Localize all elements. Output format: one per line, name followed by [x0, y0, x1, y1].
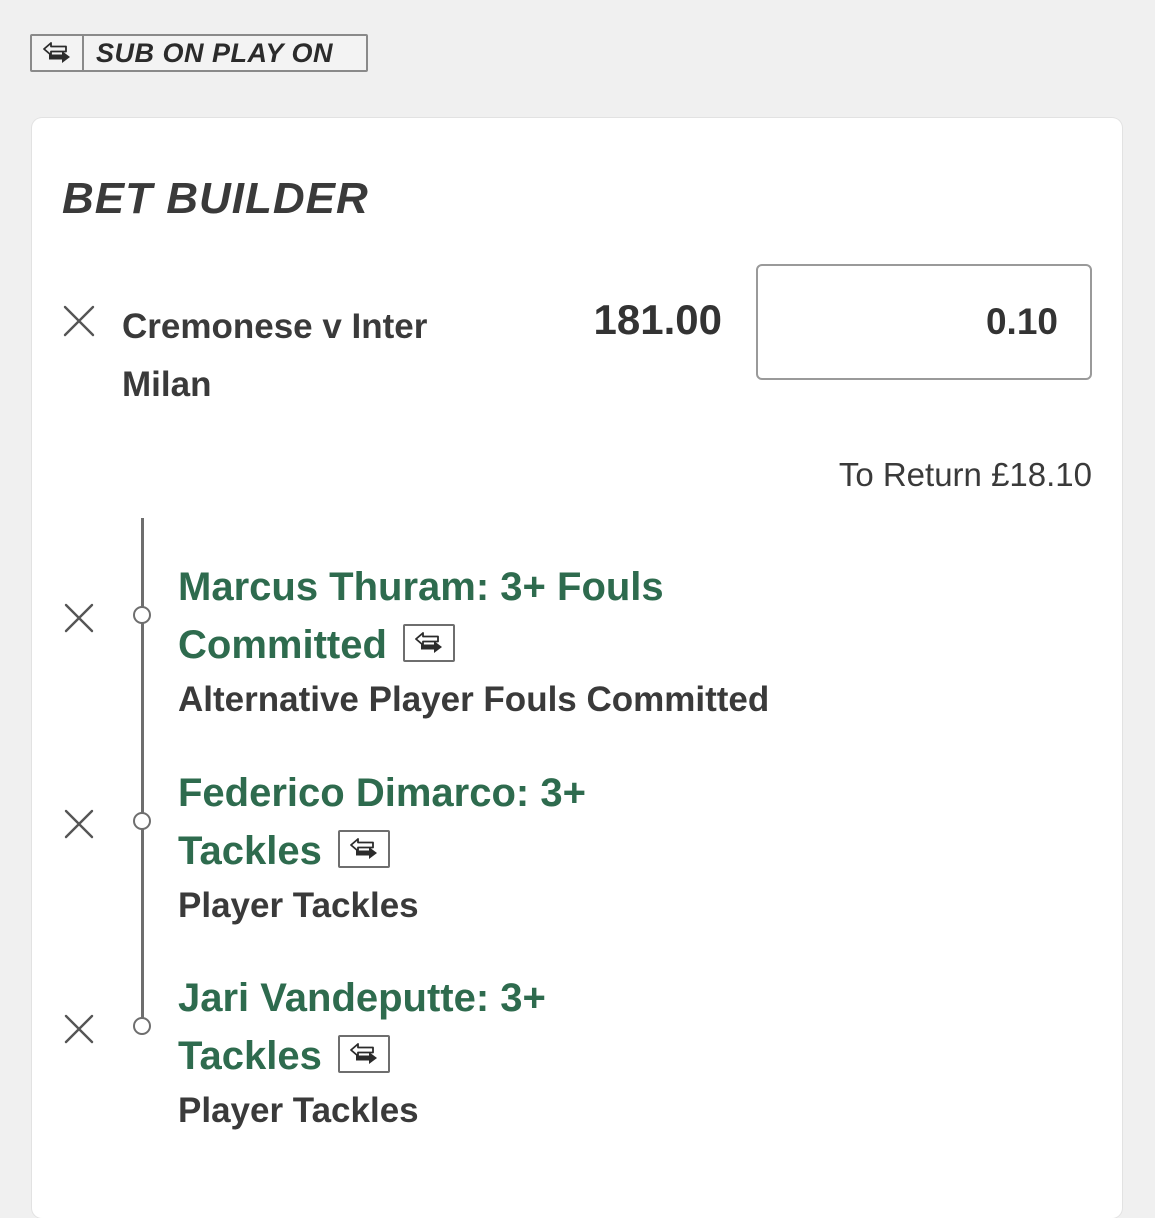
bet-builder-title: BET BUILDER — [62, 174, 369, 223]
leg-selection: Marcus Thuram: 3+ Fouls Committed — [178, 558, 664, 674]
leg-selection: Federico Dimarco: 3+ Tackles — [178, 764, 586, 880]
substitution-arrows-icon — [337, 1035, 390, 1074]
leg-selection-line2: Tackles — [178, 829, 322, 873]
remove-leg-close-icon[interactable] — [62, 1012, 96, 1046]
remove-leg-close-icon[interactable] — [62, 601, 96, 635]
timeline-dot — [133, 606, 151, 624]
leg-selection-line1: Jari Vandeputte: 3+ — [178, 976, 546, 1020]
leg-selection-line2: Tackles — [178, 1034, 322, 1078]
leg-selection-line2: Committed — [178, 623, 387, 667]
remove-leg-close-icon[interactable] — [62, 807, 96, 841]
leg-selection: Jari Vandeputte: 3+ Tackles — [178, 969, 546, 1085]
sub-on-play-on-badge[interactable]: SUB ON PLAY ON — [30, 34, 368, 72]
remove-event-close-icon[interactable] — [62, 304, 96, 338]
leg-market: Player Tackles — [178, 886, 419, 925]
to-return-amount: To Return £18.10 — [838, 456, 1092, 493]
substitution-arrows-icon — [402, 624, 455, 663]
substitution-arrows-icon — [337, 830, 390, 869]
stake-input[interactable] — [756, 264, 1092, 380]
leg-selection-line1: Federico Dimarco: 3+ — [178, 771, 586, 815]
sub-on-play-on-label: SUB ON PLAY ON — [96, 37, 334, 68]
timeline-dot — [133, 1017, 151, 1035]
legs-timeline-line — [141, 518, 144, 1028]
leg-market: Alternative Player Fouls Committed — [178, 680, 770, 719]
event-name: Cremonese v Inter Milan — [122, 307, 428, 404]
leg-selection-line1: Marcus Thuram: 3+ Fouls — [178, 565, 664, 609]
substitution-arrows-icon — [32, 36, 84, 70]
timeline-dot — [133, 812, 151, 830]
leg-market: Player Tackles — [178, 1091, 419, 1130]
bet-builder-card: BET BUILDER Cremonese v Inter Milan 181.… — [32, 118, 1122, 1218]
event-odds: 181.00 — [593, 296, 722, 343]
